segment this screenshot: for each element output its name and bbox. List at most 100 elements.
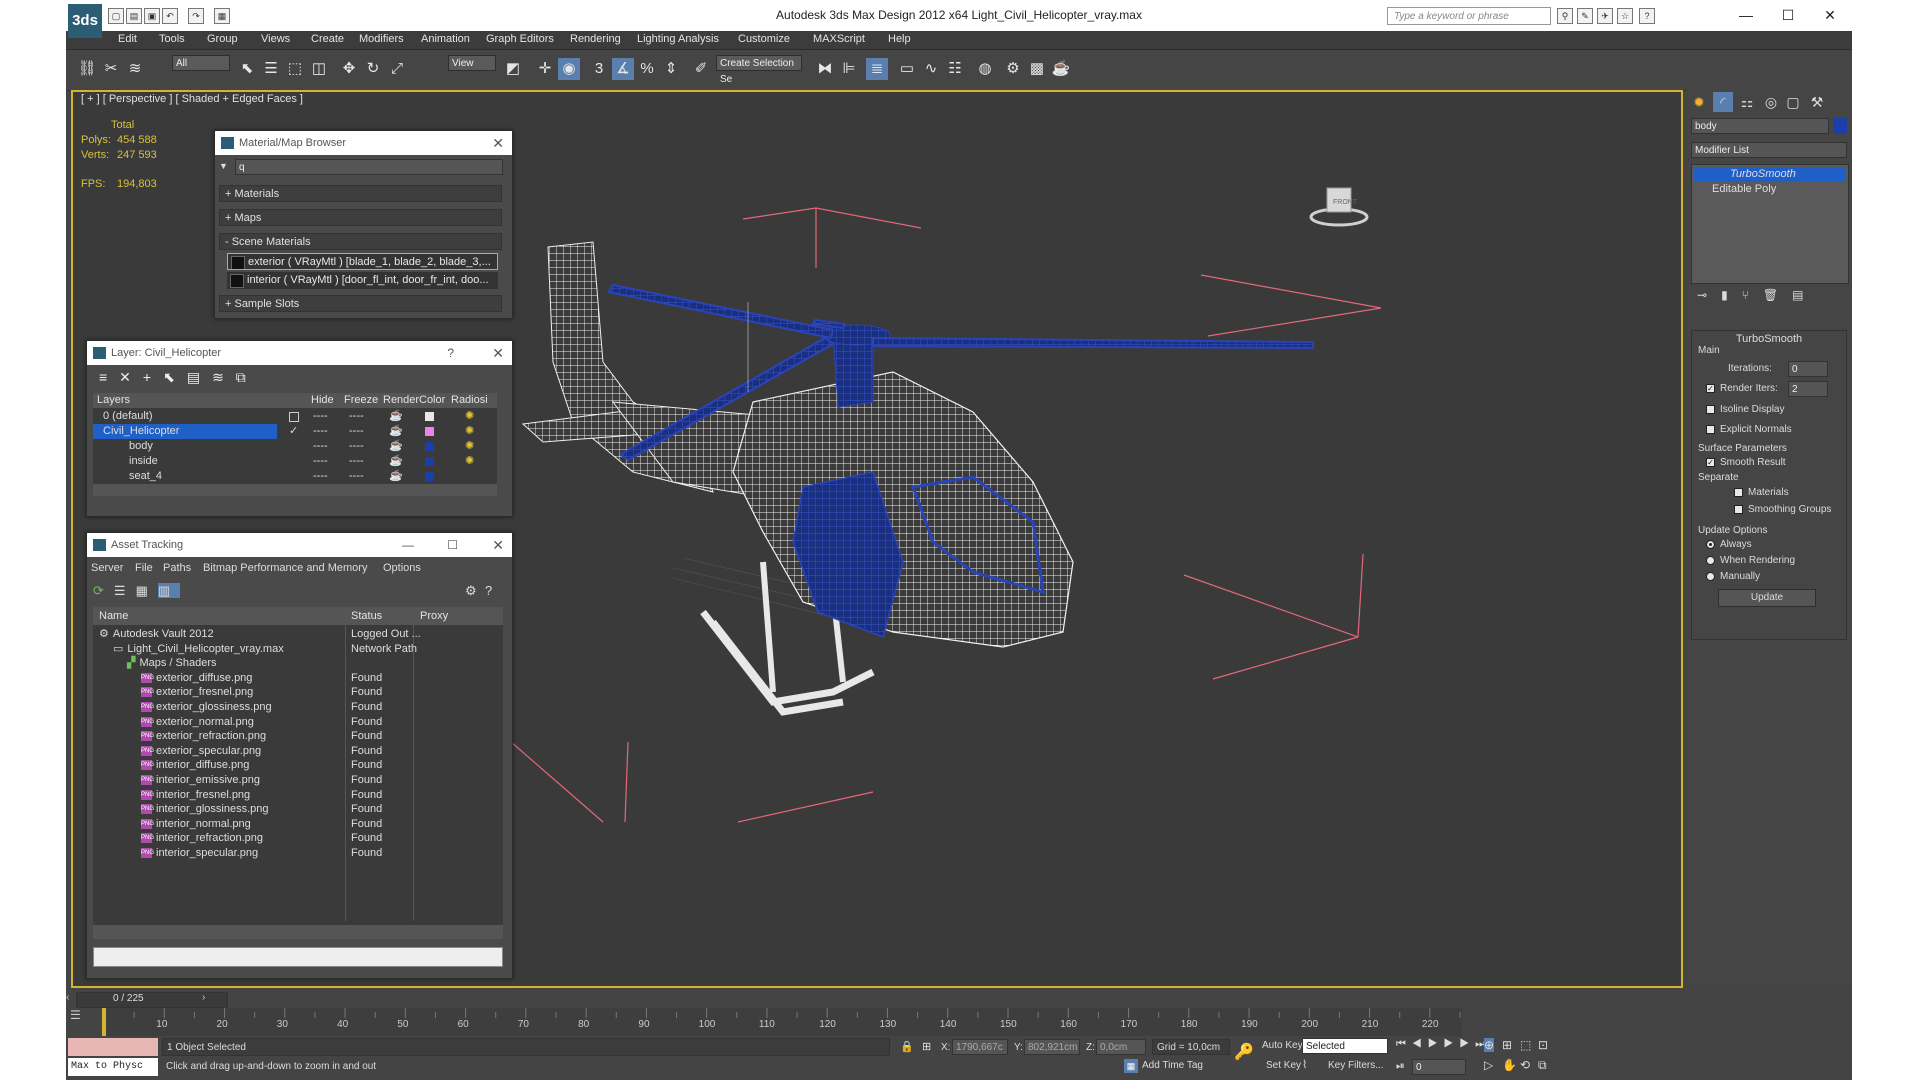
current-frame-field[interactable]: 0 — [1412, 1059, 1466, 1075]
z-coordinate-field[interactable]: 0,0cm — [1096, 1039, 1146, 1055]
rendered-frame-window-icon[interactable]: ▩ — [1026, 58, 1048, 80]
asset-row[interactable]: ▭ Light_Civil_Helicopter_vray.max Network … — [93, 642, 503, 657]
separate-materials-checkbox[interactable] — [1734, 488, 1743, 497]
key-mode-icon[interactable]: ⌇ — [1302, 1058, 1307, 1071]
delete-layer-icon[interactable]: ✕ — [119, 369, 143, 385]
named-selection-dropdown[interactable]: Create Selection Se — [716, 55, 802, 85]
zoom-extents-all-icon[interactable]: ⊡ — [1538, 1038, 1548, 1052]
show-end-result-icon[interactable]: ▮ — [1721, 288, 1742, 302]
smooth-result-checkbox[interactable]: ✓ — [1706, 458, 1715, 467]
trackbar-toggle-icon[interactable]: ☰ — [70, 1008, 92, 1026]
rollout-title[interactable]: TurboSmooth — [1692, 333, 1846, 345]
col-status[interactable]: Status — [351, 607, 382, 625]
hide-toggle[interactable]: ---- — [313, 469, 328, 484]
rect-selection-icon[interactable]: ⬚ — [284, 58, 306, 80]
menu-file[interactable]: File — [135, 562, 153, 574]
make-unique-icon[interactable]: ⑂ — [1742, 288, 1763, 302]
group-materials[interactable]: + Materials — [219, 185, 502, 202]
asset-row[interactable]: PNG exterior_diffuse.png Found — [93, 671, 503, 686]
auto-key-button[interactable]: Auto Key — [1262, 1040, 1303, 1051]
rotate-icon[interactable]: ↻ — [362, 58, 384, 80]
field-of-view-icon[interactable]: ▷ — [1484, 1058, 1493, 1072]
options-arrow-icon[interactable]: ▼ — [219, 161, 229, 171]
remove-modifier-icon[interactable]: 🗑 — [1763, 288, 1792, 302]
communication-icon[interactable]: ✎ — [1577, 8, 1593, 24]
menu-options[interactable]: Options — [383, 562, 421, 574]
asset-row[interactable]: PNG exterior_refraction.png Found — [93, 729, 503, 744]
layer-manager-icon[interactable]: ≣ — [866, 58, 888, 80]
spinner-snap-icon[interactable]: ⇕ — [660, 58, 682, 80]
pivot-center-icon[interactable]: ◩ — [502, 58, 524, 80]
layer-color-swatch[interactable] — [425, 412, 434, 421]
viewport-label[interactable]: [ + ] [ Perspective ] [ Shaded + Edged F… — [81, 93, 303, 105]
zoom-extents-icon[interactable]: ⬚ — [1520, 1038, 1531, 1052]
zoom-all-icon[interactable]: ⊞ — [1502, 1038, 1512, 1052]
time-next-icon[interactable]: › — [202, 992, 212, 1006]
bind-space-warp-icon[interactable]: ≋ — [124, 58, 146, 80]
move-icon[interactable]: ✥ — [338, 58, 360, 80]
pin-stack-icon[interactable]: ⊸ — [1697, 288, 1721, 302]
go-to-start-icon[interactable]: ⏮ — [1396, 1038, 1412, 1050]
group-sample-slots[interactable]: + Sample Slots — [219, 295, 502, 312]
layer-horizontal-scrollbar[interactable] — [93, 484, 497, 496]
teapot-icon[interactable]: ☕ — [389, 469, 403, 484]
hide-all-icon[interactable]: ≋ — [212, 369, 236, 385]
close-button[interactable]: ✕ — [1810, 4, 1850, 26]
hierarchy-tab-icon[interactable]: ⚏ — [1737, 92, 1757, 112]
radiosity-icon[interactable]: ✺ — [465, 439, 474, 454]
menu-bitmap-performance[interactable]: Bitmap Performance and Memory — [203, 562, 367, 574]
render-iters-checkbox[interactable]: ✓ — [1706, 384, 1715, 393]
menu-views[interactable]: Views — [261, 33, 290, 45]
help-icon[interactable]: ? — [447, 341, 454, 365]
zoom-icon[interactable]: ⊕ — [1484, 1038, 1495, 1052]
trackbar[interactable]: 10 20 30 40 50 60 70 80 90 100 110 120 130 140 150 160 1… — [102, 1008, 1462, 1036]
close-icon[interactable]: ✕ — [492, 533, 504, 557]
always-radio[interactable] — [1706, 540, 1715, 549]
menu-edit[interactable]: Edit — [118, 33, 137, 45]
help-icon[interactable]: ? — [1639, 8, 1655, 24]
asset-horizontal-scrollbar[interactable] — [93, 925, 503, 939]
select-objects-icon[interactable]: ⬉ — [163, 369, 187, 385]
menu-maxscript[interactable]: MAXScript — [813, 33, 865, 45]
add-time-tag-button[interactable]: Add Time Tag — [1142, 1060, 1203, 1071]
motion-tab-icon[interactable]: ◎ — [1761, 92, 1781, 112]
keyboard-shortcut-override-icon[interactable]: ◉ — [558, 58, 580, 80]
layer-color-swatch[interactable] — [425, 427, 434, 436]
key-selection-dropdown[interactable]: Selected — [1302, 1038, 1388, 1054]
minimize-icon[interactable]: — — [402, 533, 414, 557]
modifier-editable-poly[interactable]: Editable Poly — [1694, 182, 1846, 197]
freeze-toggle[interactable]: ---- — [349, 409, 364, 424]
group-scene-materials[interactable]: - Scene Materials — [219, 233, 502, 250]
key-filters-button[interactable]: Key Filters... — [1328, 1060, 1384, 1071]
menu-paths[interactable]: Paths — [163, 562, 191, 574]
minimize-button[interactable]: — — [1726, 4, 1766, 26]
asset-row[interactable]: PNG interior_diffuse.png Found — [93, 758, 503, 773]
create-tab-icon[interactable]: ✹ — [1689, 92, 1709, 112]
asset-path-field[interactable] — [93, 947, 503, 967]
radiosity-icon[interactable]: ✺ — [465, 409, 474, 424]
layer-row[interactable]: 0 (default) ---- ---- ☕ ✺ — [93, 409, 497, 424]
asset-row[interactable]: PNG exterior_normal.png Found — [93, 715, 503, 730]
update-button[interactable]: Update — [1718, 589, 1816, 607]
menu-customize[interactable]: Customize — [738, 33, 790, 45]
absolute-mode-icon[interactable]: ⊞ — [922, 1040, 931, 1053]
render-production-icon[interactable]: ☕ — [1050, 58, 1072, 80]
time-cursor[interactable] — [102, 1008, 106, 1036]
time-tag-icon[interactable]: ▦ — [1124, 1059, 1138, 1073]
x-coordinate-field[interactable]: 1790,667c — [952, 1039, 1008, 1055]
col-radiosity[interactable]: Radiosi — [451, 393, 488, 408]
time-prev-icon[interactable]: ‹ — [66, 992, 76, 1006]
curve-editor-icon[interactable]: ∿ — [920, 58, 942, 80]
refresh-icon[interactable]: ⟳ — [93, 583, 114, 598]
menu-animation[interactable]: Animation — [421, 33, 470, 45]
asset-row[interactable]: PNG interior_specular.png Found — [93, 846, 503, 861]
teapot-icon[interactable]: ☕ — [389, 454, 403, 469]
col-render[interactable]: Render — [383, 393, 419, 408]
render-iters-spinner[interactable]: 2 — [1788, 381, 1828, 397]
menu-create[interactable]: Create — [311, 33, 344, 45]
align-icon[interactable]: ⊫ — [838, 58, 860, 80]
maximize-viewport-icon[interactable]: ⧉ — [1538, 1058, 1547, 1073]
material-item-interior[interactable]: interior ( VRayMtl ) [door_fl_int, door_… — [227, 272, 498, 289]
freeze-toggle[interactable]: ---- — [349, 424, 364, 439]
pan-icon[interactable]: ✋ — [1502, 1058, 1517, 1072]
